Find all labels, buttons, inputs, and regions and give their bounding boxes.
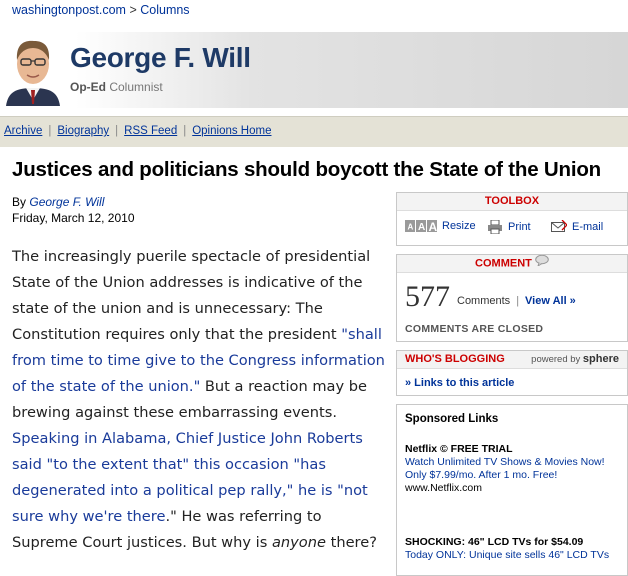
toolbox-title: TOOLBOX — [397, 193, 627, 211]
nav-rss-feed-link[interactable]: RSS Feed — [124, 125, 177, 137]
comment-count-row: Comments | View All » — [457, 295, 576, 307]
article-paragraph: The increasingly puerile spectacle of pr… — [12, 244, 388, 556]
article-text: The increasingly puerile spectacle of pr… — [12, 248, 371, 343]
author-link[interactable]: George F. Will — [29, 195, 104, 209]
article-date: Friday, March 12, 2010 — [12, 211, 135, 225]
ad-title[interactable]: Netflix © FREE TRIAL — [405, 443, 623, 456]
sponsored-ad[interactable]: SHOCKING: 46" LCD TVs for $54.09 Today O… — [405, 536, 623, 562]
blog-links: » Links to this article — [405, 377, 514, 389]
powered-by-label: powered by — [531, 354, 581, 365]
sponsored-links-panel: Sponsored Links Netflix © FREE TRIAL Wat… — [396, 404, 628, 576]
breadcrumb: washingtonpost.com > Columns — [12, 3, 190, 17]
article-emphasis: anyone — [271, 534, 326, 551]
printer-icon — [487, 220, 503, 234]
sphere-logo: sphere — [582, 353, 619, 365]
text-resize-icon: AAA — [405, 220, 437, 232]
resize-link[interactable]: Resize — [442, 220, 476, 232]
comments-panel: COMMENT 577 Comments | View All » COMMENTS… — [396, 254, 628, 342]
byline-prefix: By — [12, 195, 27, 209]
article-sidebar: TOOLBOX AAA Resize Print E-mail COMMENT — [396, 192, 628, 576]
nav-opinions-home-link[interactable]: Opinions Home — [192, 125, 271, 137]
svg-text:A: A — [418, 222, 425, 232]
comments-header: COMMENT — [397, 254, 627, 273]
whos-blogging-header: WHO'S BLOGGING powered by sphere — [397, 351, 627, 369]
ad-url[interactable]: www.Netflix.com — [405, 482, 623, 495]
email-tool[interactable]: E-mail — [551, 220, 603, 234]
speech-bubble-icon — [535, 254, 549, 272]
article-headline: Justices and politicians should boycott … — [12, 158, 601, 181]
toolbox-panel: TOOLBOX AAA Resize Print E-mail — [396, 192, 628, 246]
nav-archive-link[interactable]: Archive — [4, 125, 42, 137]
sponsored-links-title: Sponsored Links — [405, 413, 499, 425]
ad-description[interactable]: Today ONLY: Unique site sells 46" LCD TV… — [405, 549, 623, 562]
print-tool[interactable]: Print — [487, 220, 531, 234]
comment-count: 577 — [405, 280, 450, 313]
breadcrumb-site-link[interactable]: washingtonpost.com — [12, 3, 126, 17]
comments-separator: | — [516, 295, 520, 307]
comments-status: COMMENTS ARE CLOSED — [405, 323, 544, 335]
print-link[interactable]: Print — [508, 221, 531, 233]
nav-separator: | — [48, 125, 52, 137]
columnist-role-prefix: Op-Ed — [70, 80, 106, 94]
article-text: there? — [325, 534, 377, 551]
whos-blogging-title: WHO'S BLOGGING — [405, 353, 505, 365]
column-nav-bar: Archive | Biography | RSS Feed | Opinions Home — [0, 116, 628, 147]
resize-tool[interactable]: AAA Resize — [405, 220, 476, 232]
breadcrumb-section-link[interactable]: Columns — [140, 3, 189, 17]
email-link[interactable]: E-mail — [572, 221, 603, 233]
comments-title: COMMENT — [475, 257, 532, 270]
powered-by: powered by sphere — [531, 351, 619, 368]
view-all-comments-link[interactable]: View All » — [525, 295, 576, 307]
columnist-role-suffix: Columnist — [109, 80, 163, 94]
comments-label: Comments — [457, 295, 511, 307]
columnist-name: George F. Will — [70, 42, 251, 73]
sponsored-ad[interactable]: Netflix © FREE TRIAL Watch Unlimited TV … — [405, 443, 623, 495]
nav-biography-link[interactable]: Biography — [57, 125, 109, 137]
nav-separator: | — [115, 125, 119, 137]
links-to-article-link[interactable]: » Links to this article — [405, 377, 514, 389]
columnist-banner: George F. Will Op-Ed Columnist — [0, 32, 628, 108]
svg-text:A: A — [429, 220, 438, 232]
breadcrumb-separator: > — [129, 3, 137, 17]
nav-separator: | — [183, 125, 187, 137]
article-byline: By George F. Will — [12, 195, 104, 209]
whos-blogging-panel: WHO'S BLOGGING powered by sphere » Links… — [396, 350, 628, 396]
article-body: The increasingly puerile spectacle of pr… — [12, 244, 388, 556]
email-icon — [551, 220, 567, 234]
columnist-role: Op-Ed Columnist — [70, 80, 163, 94]
ad-title[interactable]: SHOCKING: 46" LCD TVs for $54.09 — [405, 536, 623, 549]
ad-description[interactable]: Watch Unlimited TV Shows & Movies Now! O… — [405, 456, 623, 482]
column-nav-links: Archive | Biography | RSS Feed | Opinions Home — [4, 125, 271, 137]
columnist-portrait — [6, 40, 60, 106]
svg-text:A: A — [408, 223, 414, 232]
